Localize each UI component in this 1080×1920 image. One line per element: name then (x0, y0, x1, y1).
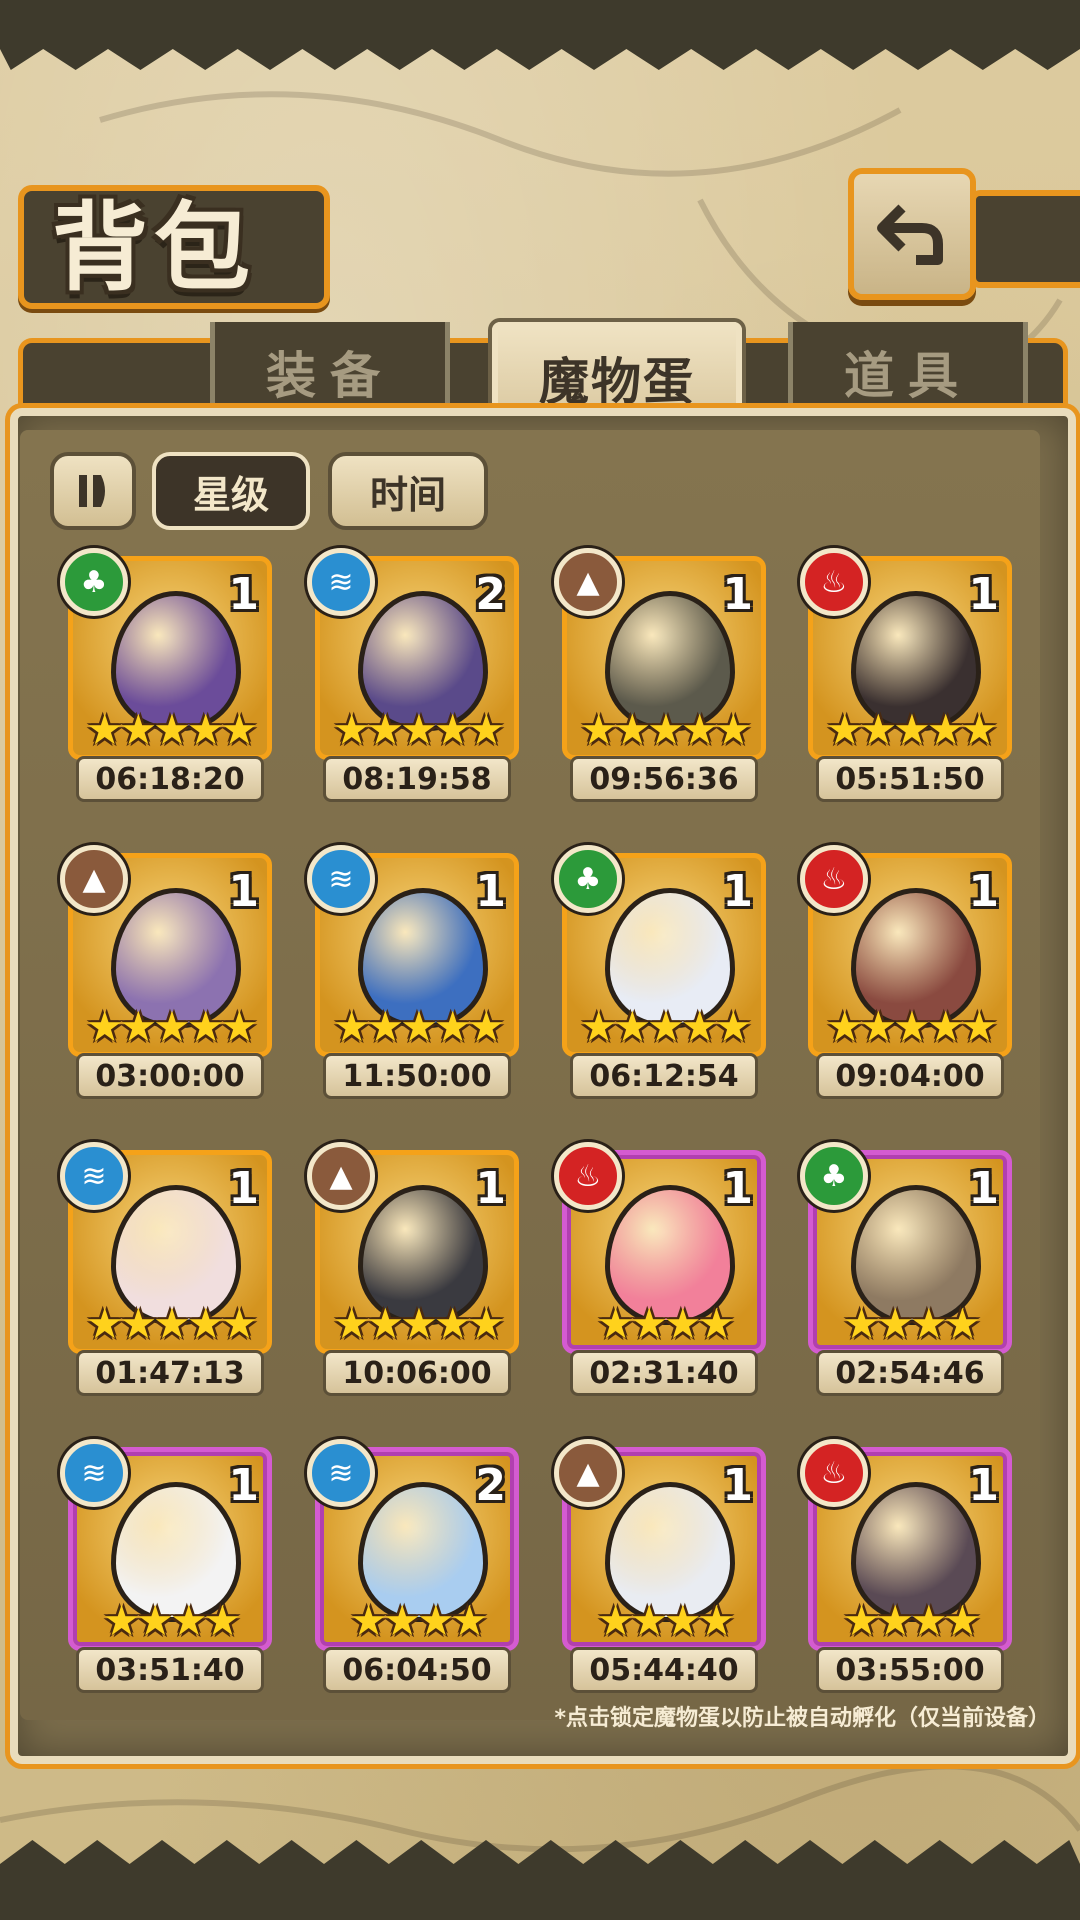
sort-order-button[interactable] (50, 452, 136, 530)
egg-count: 1 (722, 1163, 753, 1214)
sort-star-label: 星级 (192, 472, 269, 517)
sort-by-time-button[interactable]: 时间 (328, 452, 488, 530)
hatch-timer: 05:51:50 (816, 756, 1004, 802)
hatch-timer: 05:44:40 (570, 1647, 758, 1693)
back-button[interactable] (848, 168, 976, 300)
tab-label: 装备 (266, 347, 394, 405)
egg-slot[interactable]: 1 ★★★★★ ♣ 06:12:54 (554, 845, 766, 1099)
egg-count: 1 (968, 1163, 999, 1214)
egg-slot[interactable]: 1 ★★★★★ ▲ 03:00:00 (60, 845, 272, 1099)
star-rating: ★★★★★ (825, 705, 998, 754)
sort-order-icon (79, 475, 105, 507)
page-title: 背包 (52, 192, 256, 304)
water-element-icon: ≋ (307, 548, 375, 616)
hatch-timer: 06:18:20 (76, 756, 264, 802)
star-rating: ★★★★★ (332, 1002, 505, 1051)
sort-time-label: 时间 (369, 472, 446, 517)
egg-count: 1 (968, 1460, 999, 1511)
hatch-timer: 06:04:50 (323, 1647, 511, 1693)
hatch-timer: 03:55:00 (816, 1647, 1004, 1693)
egg-count: 1 (475, 866, 506, 917)
egg-count: 1 (722, 1460, 753, 1511)
star-rating: ★★★★★ (85, 705, 258, 754)
star-rating: ★★★★ (596, 1299, 736, 1348)
sort-by-star-button[interactable]: 星级 (152, 452, 310, 530)
star-rating: ★★★★★ (85, 1002, 258, 1051)
star-rating: ★★★★★ (825, 1002, 998, 1051)
egg-count: 1 (228, 866, 259, 917)
wood-element-icon: ♣ (800, 1142, 868, 1210)
fire-element-icon: ♨ (554, 1142, 622, 1210)
hatch-timer: 11:50:00 (323, 1053, 511, 1099)
egg-slot[interactable]: 1 ★★★★★ ♨ 05:51:50 (800, 548, 1012, 802)
water-element-icon: ≋ (307, 845, 375, 913)
egg-slot[interactable]: 1 ★★★★★ ▲ 10:06:00 (307, 1142, 519, 1396)
back-arrow-icon (877, 204, 943, 265)
hatch-timer: 01:47:13 (76, 1350, 264, 1396)
hatch-timer: 09:04:00 (816, 1053, 1004, 1099)
egg-count: 1 (968, 569, 999, 620)
fire-element-icon: ♨ (800, 845, 868, 913)
egg-slot[interactable]: 2 ★★★★ ≋ 06:04:50 (307, 1439, 519, 1693)
egg-slot[interactable]: 1 ★★★★★ ♨ 09:04:00 (800, 845, 1012, 1099)
tab-label: 魔物蛋 (539, 353, 695, 411)
star-rating: ★★★★★ (579, 1002, 752, 1051)
star-rating: ★★★★★ (579, 705, 752, 754)
egg-slot[interactable]: 1 ★★★★ ♨ 03:55:00 (800, 1439, 1012, 1693)
egg-slot[interactable]: 1 ★★★★★ ≋ 01:47:13 (60, 1142, 272, 1396)
star-rating: ★★★★★ (332, 1299, 505, 1348)
water-element-icon: ≋ (60, 1142, 128, 1210)
egg-count: 1 (228, 1460, 259, 1511)
tab-label: 道具 (844, 347, 972, 405)
egg-slot[interactable]: 1 ★★★★ ▲ 05:44:40 (554, 1439, 766, 1693)
star-rating: ★★★★★ (332, 705, 505, 754)
star-rating: ★★★★ (842, 1596, 982, 1645)
egg-slot[interactable]: 2 ★★★★★ ≋ 08:19:58 (307, 548, 519, 802)
tab-items[interactable]: 道具 (788, 322, 1028, 422)
water-element-icon: ≋ (60, 1439, 128, 1507)
egg-slot[interactable]: 1 ★★★★★ ♣ 06:18:20 (60, 548, 272, 802)
earth-element-icon: ▲ (554, 1439, 622, 1507)
egg-count: 1 (475, 1163, 506, 1214)
egg-slot[interactable]: 1 ★★★★ ≋ 03:51:40 (60, 1439, 272, 1693)
egg-count: 2 (475, 1460, 506, 1511)
egg-count: 1 (228, 569, 259, 620)
egg-slot[interactable]: 1 ★★★★ ♨ 02:31:40 (554, 1142, 766, 1396)
earth-element-icon: ▲ (60, 845, 128, 913)
wood-element-icon: ♣ (60, 548, 128, 616)
star-rating: ★★★★ (349, 1596, 489, 1645)
egg-slot[interactable]: 1 ★★★★ ♣ 02:54:46 (800, 1142, 1012, 1396)
hatch-timer: 06:12:54 (570, 1053, 758, 1099)
star-rating: ★★★★ (596, 1596, 736, 1645)
hatch-timer: 03:00:00 (76, 1053, 264, 1099)
egg-count: 1 (968, 866, 999, 917)
star-rating: ★★★★★ (85, 1299, 258, 1348)
lock-hint: *点击锁定魔物蛋以防止被自动孵化（仅当前设备） (554, 1706, 1050, 1731)
wood-element-icon: ♣ (554, 845, 622, 913)
hatch-timer: 03:51:40 (76, 1647, 264, 1693)
earth-element-icon: ▲ (554, 548, 622, 616)
hatch-timer: 08:19:58 (323, 756, 511, 802)
hatch-timer: 02:54:46 (816, 1350, 1004, 1396)
hatch-timer: 10:06:00 (323, 1350, 511, 1396)
egg-count: 2 (475, 569, 506, 620)
water-element-icon: ≋ (307, 1439, 375, 1507)
hatch-timer: 09:56:36 (570, 756, 758, 802)
fire-element-icon: ♨ (800, 1439, 868, 1507)
egg-count: 1 (228, 1163, 259, 1214)
egg-count: 1 (722, 866, 753, 917)
earth-element-icon: ▲ (307, 1142, 375, 1210)
star-rating: ★★★★ (102, 1596, 242, 1645)
egg-slot[interactable]: 1 ★★★★★ ≋ 11:50:00 (307, 845, 519, 1099)
egg-count: 1 (722, 569, 753, 620)
tab-equipment[interactable]: 装备 (210, 322, 450, 422)
fire-element-icon: ♨ (800, 548, 868, 616)
back-strip (970, 190, 1080, 288)
star-rating: ★★★★ (842, 1299, 982, 1348)
hatch-timer: 02:31:40 (570, 1350, 758, 1396)
egg-slot[interactable]: 1 ★★★★★ ▲ 09:56:36 (554, 548, 766, 802)
